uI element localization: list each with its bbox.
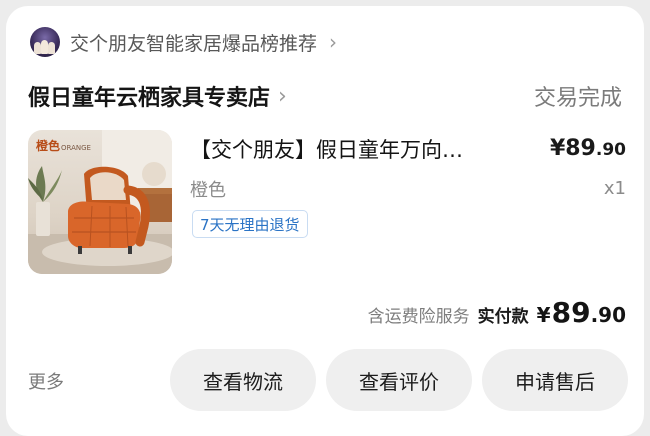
return-policy-tag: 7天无理由退货 [192, 210, 308, 238]
store-row: 假日童年云栖家具专卖店 › 交易完成 [28, 76, 622, 116]
chevron-right-icon: › [278, 83, 287, 109]
shipping-insurance-label: 含运费险服务 [367, 307, 470, 327]
store-name: 假日童年云栖家具专卖店 [28, 86, 271, 111]
store-link[interactable]: 假日童年云栖家具专卖店 › [28, 80, 287, 112]
order-card: 交个朋友智能家居爆品榜推荐 › 假日童年云栖家具专卖店 › 交易完成 橙色ORA… [6, 6, 644, 436]
more-button[interactable]: 更多 [28, 368, 64, 394]
product-title[interactable]: 【交个朋友】假日童年万向… [190, 134, 540, 164]
promo-text: 交个朋友智能家居爆品榜推荐 [70, 32, 318, 55]
product-thumbnail[interactable]: 橙色ORANGE [28, 130, 172, 274]
unit-price: ¥89.90 [549, 136, 626, 161]
thumbnail-badge: 橙色ORANGE [36, 139, 91, 153]
product-variant: 橙色 [190, 180, 226, 201]
view-logistics-button[interactable]: 查看物流 [170, 349, 316, 411]
paid-amount-label: 实付款 [477, 307, 529, 327]
product-quantity: x1 [603, 178, 626, 199]
promo-banner[interactable]: 交个朋友智能家居爆品榜推荐 › [30, 22, 337, 62]
view-review-button[interactable]: 查看评价 [326, 349, 472, 411]
promo-avatar [30, 27, 60, 57]
order-status: 交易完成 [533, 86, 622, 111]
after-sales-button[interactable]: 申请售后 [482, 349, 628, 411]
order-summary: 含运费险服务 实付款 ¥89.90 [368, 296, 626, 329]
paid-amount: ¥89.90 [536, 296, 626, 329]
chevron-right-icon: › [329, 30, 338, 54]
